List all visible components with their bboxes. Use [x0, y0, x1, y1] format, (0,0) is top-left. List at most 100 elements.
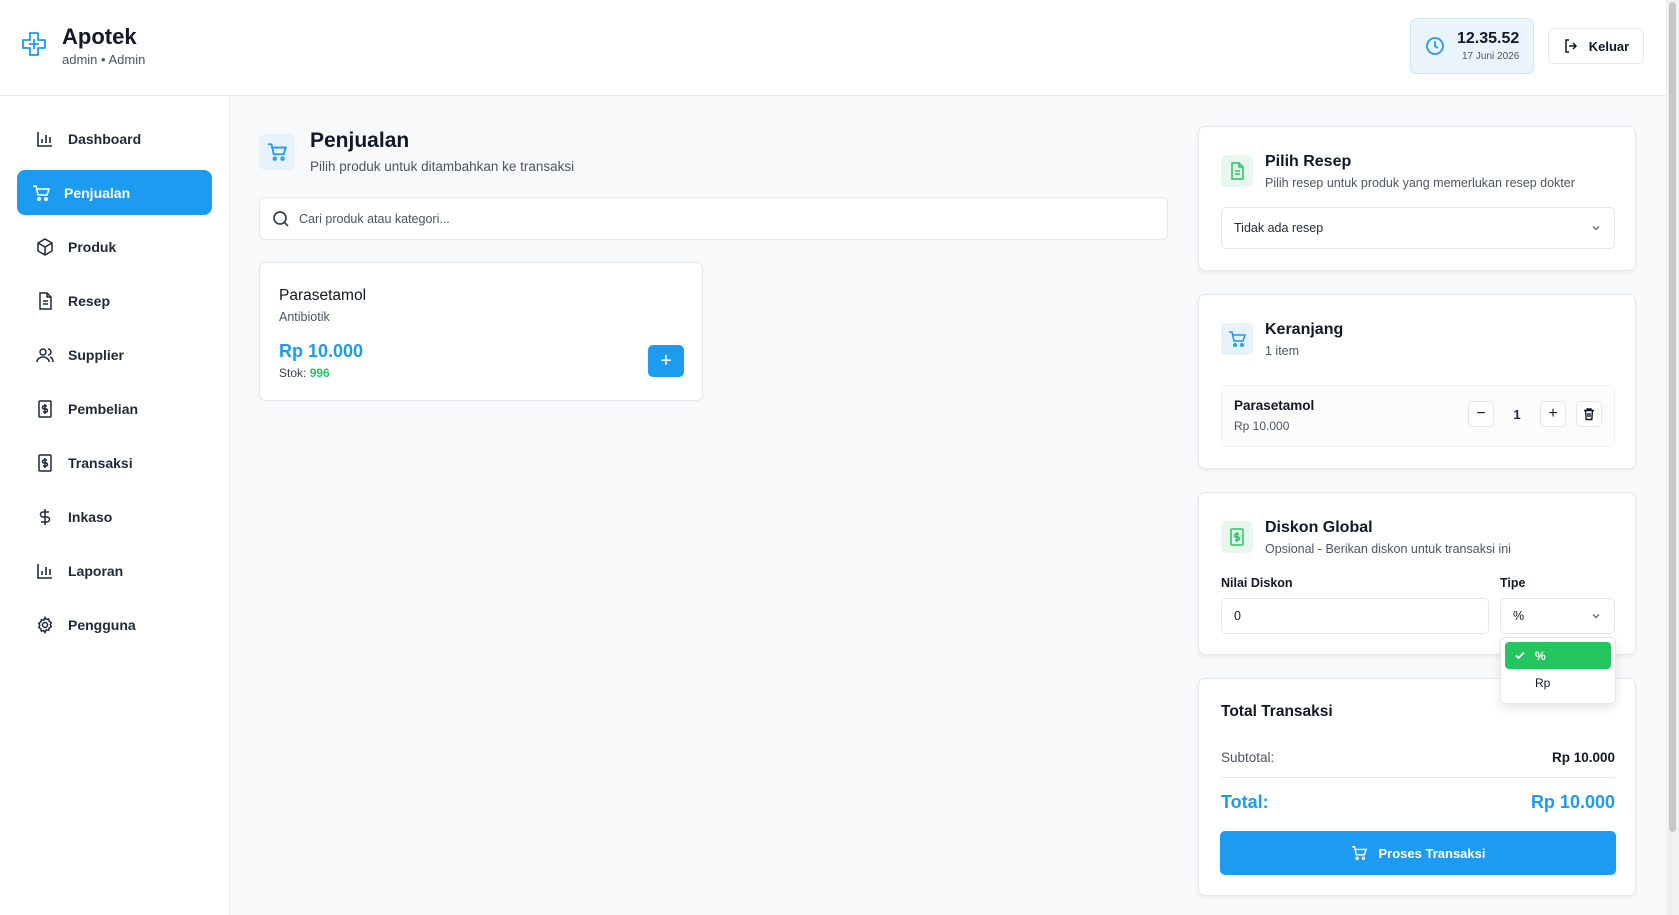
bar-chart-icon — [37, 563, 52, 579]
divider — [1221, 777, 1615, 778]
dollar-receipt-icon — [1230, 528, 1244, 546]
logout-button[interactable]: Keluar — [1548, 28, 1644, 64]
sidebar-item-supplier[interactable]: Supplier — [17, 332, 212, 377]
page-icon — [259, 134, 295, 170]
sidebar-item-label: Inkaso — [68, 508, 113, 525]
logout-label: Keluar — [1588, 38, 1630, 54]
sidebar-item-label: Produk — [68, 238, 117, 255]
sidebar-item-produk[interactable]: Produk — [17, 224, 212, 269]
quantity-value: 1 — [1513, 406, 1521, 422]
decrease-qty-button[interactable]: − — [1468, 401, 1494, 427]
stock-value: 996 — [309, 366, 330, 380]
total-value: Rp 10.000 — [1530, 792, 1615, 812]
stock-label: Stok: — [279, 366, 307, 380]
process-transaction-button[interactable]: Proses Transaksi — [1220, 831, 1616, 875]
sidebar-item-inkaso[interactable]: Inkaso — [17, 494, 212, 539]
discount-type-dropdown: % Rp — [1500, 637, 1616, 704]
cart-icon — [33, 184, 50, 201]
discount-type-selected: % — [1513, 609, 1525, 623]
sidebar-item-label: Laporan — [68, 562, 124, 579]
panel-icon — [1221, 521, 1253, 553]
dropdown-option-label: Rp — [1535, 675, 1551, 690]
cart-count: 1 item — [1265, 344, 1300, 358]
panel-subtitle: Opsional - Berikan diskon untuk transaks… — [1265, 542, 1511, 556]
cart-icon — [268, 143, 287, 161]
sidebar-item-laporan[interactable]: Laporan — [17, 548, 212, 593]
total-title: Total Transaksi — [1221, 703, 1333, 720]
discount-panel: Diskon Global Opsional - Berikan diskon … — [1198, 492, 1636, 655]
panel-icon — [1221, 323, 1253, 355]
brand: Apotek admin • Admin — [20, 24, 145, 67]
cart-icon — [1229, 331, 1246, 348]
sidebar-item-label: Supplier — [68, 346, 125, 363]
sidebar: Dashboard Penjualan Produk Resep Supplie… — [0, 96, 230, 915]
user-role: admin • Admin — [62, 52, 146, 67]
subtotal-row: Subtotal: Rp 10.000 — [1221, 750, 1615, 765]
cart-panel: Keranjang 1 item Parasetamol Rp 10.000 −… — [1198, 294, 1636, 469]
chevron-down-icon — [1592, 225, 1600, 231]
search-bar — [259, 197, 1168, 240]
check-icon — [1515, 651, 1525, 660]
discount-value-input[interactable] — [1234, 609, 1476, 623]
dropdown-option-rp[interactable]: Rp — [1505, 669, 1611, 696]
discount-type-select[interactable]: % — [1500, 598, 1615, 634]
subtotal-label: Subtotal: — [1221, 750, 1275, 765]
panel-title: Keranjang — [1265, 321, 1344, 338]
search-input[interactable] — [299, 211, 1159, 226]
product-category: Antibiotik — [279, 310, 330, 324]
sidebar-item-label: Penjualan — [64, 184, 131, 201]
product-name: Parasetamol — [279, 287, 367, 304]
sidebar-item-penjualan[interactable]: Penjualan — [17, 170, 212, 215]
page-scrollbar[interactable] — [1666, 0, 1679, 915]
dollar-receipt-icon — [38, 399, 52, 418]
total-label: Total: — [1221, 792, 1269, 812]
product-stock: Stok: 996 — [279, 366, 683, 380]
discount-value-label: Nilai Diskon — [1221, 576, 1293, 590]
subtotal-value: Rp 10.000 — [1551, 750, 1615, 765]
search-icon — [273, 210, 289, 227]
trash-icon — [1584, 408, 1594, 421]
page-header: Penjualan Pilih produk untuk ditambahkan… — [259, 128, 574, 174]
dollar-icon — [39, 508, 51, 525]
process-transaction-label: Proses Transaksi — [1378, 845, 1486, 861]
panel-subtitle: Pilih resep untuk produk yang memerlukan… — [1265, 176, 1575, 190]
panel-title: Pilih Resep — [1265, 153, 1352, 170]
sidebar-item-label: Resep — [68, 292, 111, 309]
sidebar-item-transaksi[interactable]: Transaksi — [17, 440, 212, 485]
clock-date: 17 Juni 2026 — [1462, 51, 1520, 62]
bar-chart-icon — [37, 131, 52, 147]
page-title: Penjualan — [310, 129, 410, 152]
app-header: Apotek admin • Admin 12.35.52 17 Juni 20… — [0, 0, 1666, 96]
page-subtitle: Pilih produk untuk ditambahkan ke transa… — [310, 159, 575, 174]
sidebar-item-pengguna[interactable]: Pengguna — [17, 602, 212, 647]
sidebar-item-resep[interactable]: Resep — [17, 278, 212, 323]
discount-value-field[interactable] — [1221, 598, 1489, 634]
gear-icon — [37, 615, 53, 634]
dropdown-option-label: % — [1535, 648, 1546, 663]
prescription-select[interactable]: Tidak ada resep — [1221, 207, 1615, 249]
total-row: Total: Rp 10.000 — [1221, 792, 1615, 813]
cart-icon — [1351, 846, 1367, 861]
scrollbar-thumb[interactable] — [1669, 2, 1676, 832]
clock-time: 12.35.52 — [1457, 30, 1520, 47]
clock-icon — [1426, 37, 1444, 55]
add-to-cart-button[interactable]: + — [648, 345, 684, 377]
sidebar-item-label: Pengguna — [68, 616, 136, 633]
logout-icon — [1565, 39, 1577, 53]
prescription-panel: Pilih Resep Pilih resep untuk produk yan… — [1198, 126, 1636, 271]
product-card[interactable]: Parasetamol Antibiotik Rp 10.000 Stok: 9… — [259, 262, 703, 401]
clock-widget: 12.35.52 17 Juni 2026 — [1410, 18, 1534, 74]
panel-icon — [1221, 155, 1253, 187]
package-icon — [37, 237, 53, 256]
sidebar-item-label: Pembelian — [68, 400, 139, 417]
app-title: Apotek — [62, 24, 137, 49]
sidebar-item-pembelian[interactable]: Pembelian — [17, 386, 212, 431]
sidebar-item-dashboard[interactable]: Dashboard — [17, 116, 212, 161]
prescription-selected: Tidak ada resep — [1234, 221, 1324, 235]
remove-item-button[interactable] — [1576, 401, 1602, 427]
dropdown-option-percent[interactable]: % — [1505, 642, 1611, 669]
increase-qty-button[interactable]: + — [1540, 401, 1566, 427]
chevron-down-icon — [1592, 613, 1600, 619]
total-panel: Total Transaksi Subtotal: Rp 10.000 Tota… — [1198, 678, 1636, 896]
sidebar-item-label: Transaksi — [68, 454, 133, 471]
